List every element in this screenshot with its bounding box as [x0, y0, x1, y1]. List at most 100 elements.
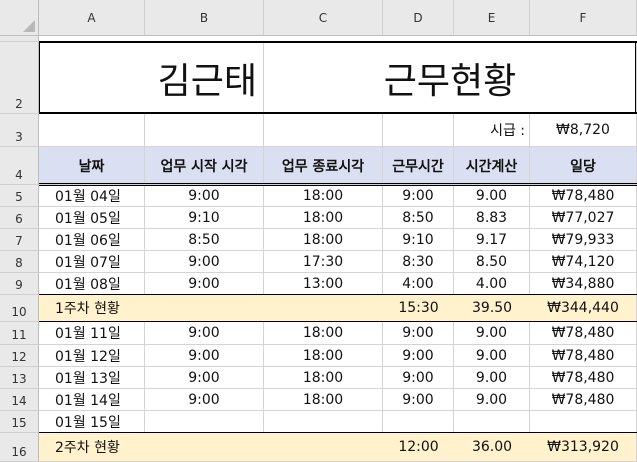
row-header-11[interactable]: 11 [0, 322, 39, 345]
date-cell[interactable]: 01월 05일 [39, 207, 145, 229]
calc-cell[interactable]: 9.00 [454, 185, 530, 207]
start-cell[interactable]: 8:50 [145, 229, 264, 251]
date-cell[interactable]: 01월 13일 [39, 367, 145, 389]
column-header-e[interactable]: E [454, 0, 530, 36]
start-cell[interactable]: 9:10 [145, 207, 264, 229]
week1-summary-label[interactable]: 1주차 현황 [39, 295, 264, 322]
calc-cell[interactable]: 8.50 [454, 251, 530, 273]
date-cell[interactable]: 01월 06일 [39, 229, 145, 251]
row-header-12[interactable]: 12 [0, 345, 39, 367]
row-header-3[interactable]: 3 [0, 114, 39, 147]
wage-label-cell[interactable]: 시급 : [454, 114, 530, 147]
cell-c3[interactable] [264, 114, 383, 147]
end-cell[interactable] [264, 411, 383, 433]
pay-cell[interactable]: ₩78,480 [530, 345, 637, 367]
calc-cell[interactable]: 9.00 [454, 367, 530, 389]
header-date[interactable]: 날짜 [39, 147, 145, 185]
column-header-a[interactable]: A [39, 0, 145, 36]
date-cell[interactable]: 01월 11일 [39, 322, 145, 345]
row-header-10[interactable]: 10 [0, 295, 39, 322]
header-pay[interactable]: 일당 [530, 147, 637, 185]
pay-cell[interactable]: ₩78,480 [530, 389, 637, 411]
week2-summary-calc[interactable]: 36.00 [454, 433, 530, 462]
cell-d3[interactable] [383, 114, 454, 147]
hours-cell[interactable]: 9:00 [383, 185, 454, 207]
start-cell[interactable]: 9:00 [145, 389, 264, 411]
start-cell[interactable]: 9:00 [145, 322, 264, 345]
pay-cell[interactable]: ₩79,933 [530, 229, 637, 251]
start-cell[interactable]: 9:00 [145, 345, 264, 367]
hours-cell[interactable]: 9:00 [383, 367, 454, 389]
date-cell[interactable]: 01월 12일 [39, 345, 145, 367]
row-header-5[interactable]: 5 [0, 185, 39, 207]
week2-summary-pay[interactable]: ₩313,920 [530, 433, 637, 462]
row-header-14[interactable]: 14 [0, 389, 39, 411]
date-cell[interactable]: 01월 04일 [39, 185, 145, 207]
date-cell[interactable]: 01월 14일 [39, 389, 145, 411]
column-header-f[interactable]: F [530, 0, 637, 36]
row-header-9[interactable]: 9 [0, 273, 39, 295]
hours-cell[interactable]: 8:50 [383, 207, 454, 229]
report-title-cell[interactable]: 근무현황 [264, 42, 637, 114]
end-cell[interactable]: 18:00 [264, 185, 383, 207]
week2-summary-hours[interactable]: 12:00 [383, 433, 454, 462]
hours-cell[interactable]: 9:00 [383, 345, 454, 367]
calc-cell[interactable]: 8.83 [454, 207, 530, 229]
header-start[interactable]: 업무 시작 시각 [145, 147, 264, 185]
end-cell[interactable]: 18:00 [264, 345, 383, 367]
calc-cell[interactable]: 9.00 [454, 389, 530, 411]
end-cell[interactable]: 13:00 [264, 273, 383, 295]
start-cell[interactable]: 9:00 [145, 185, 264, 207]
pay-cell[interactable]: ₩78,480 [530, 367, 637, 389]
end-cell[interactable]: 18:00 [264, 389, 383, 411]
week1-summary-calc[interactable]: 39.50 [454, 295, 530, 322]
employee-name-cell[interactable]: 김근태 [39, 42, 264, 114]
start-cell[interactable] [145, 411, 264, 433]
row-header-13[interactable]: 13 [0, 367, 39, 389]
header-hours[interactable]: 근무시간 [383, 147, 454, 185]
end-cell[interactable]: 18:00 [264, 322, 383, 345]
end-cell[interactable]: 17:30 [264, 251, 383, 273]
calc-cell[interactable] [454, 411, 530, 433]
calc-cell[interactable]: 9.00 [454, 322, 530, 345]
pay-cell[interactable]: ₩77,027 [530, 207, 637, 229]
column-header-b[interactable]: B [145, 0, 264, 36]
hours-cell[interactable] [383, 411, 454, 433]
week1-summary-hours[interactable]: 15:30 [383, 295, 454, 322]
week1-summary-pay[interactable]: ₩344,440 [530, 295, 637, 322]
calc-cell[interactable]: 9.17 [454, 229, 530, 251]
row-header-6[interactable]: 6 [0, 207, 39, 229]
row-header-4[interactable]: 4 [0, 147, 39, 185]
start-cell[interactable]: 9:00 [145, 367, 264, 389]
row-header-16[interactable]: 16 [0, 433, 39, 462]
date-cell[interactable]: 01월 15일 [39, 411, 145, 433]
row-header-8[interactable]: 8 [0, 251, 39, 273]
pay-cell[interactable]: ₩74,120 [530, 251, 637, 273]
start-cell[interactable]: 9:00 [145, 251, 264, 273]
row-header-2[interactable]: 2 [0, 42, 39, 114]
date-cell[interactable]: 01월 07일 [39, 251, 145, 273]
cell-a3[interactable] [39, 114, 145, 147]
pay-cell[interactable]: ₩78,480 [530, 185, 637, 207]
hours-cell[interactable]: 8:30 [383, 251, 454, 273]
column-header-c[interactable]: C [264, 0, 383, 36]
hours-cell[interactable]: 4:00 [383, 273, 454, 295]
date-cell[interactable]: 01월 08일 [39, 273, 145, 295]
hours-cell[interactable]: 9:00 [383, 322, 454, 345]
select-all-corner[interactable] [0, 0, 39, 36]
pay-cell[interactable]: ₩78,480 [530, 322, 637, 345]
week1-summary-blank[interactable] [264, 295, 383, 322]
pay-cell[interactable]: ₩34,880 [530, 273, 637, 295]
column-header-d[interactable]: D [383, 0, 454, 36]
header-calc[interactable]: 시간계산 [454, 147, 530, 185]
week2-summary-label[interactable]: 2주차 현황 [39, 433, 264, 462]
pay-cell[interactable] [530, 411, 637, 433]
start-cell[interactable]: 9:00 [145, 273, 264, 295]
cell-b3[interactable] [145, 114, 264, 147]
row-header-7[interactable]: 7 [0, 229, 39, 251]
hours-cell[interactable]: 9:10 [383, 229, 454, 251]
row-header-15[interactable]: 15 [0, 411, 39, 433]
header-end[interactable]: 업무 종료시각 [264, 147, 383, 185]
end-cell[interactable]: 18:00 [264, 229, 383, 251]
week2-summary-blank[interactable] [264, 433, 383, 462]
